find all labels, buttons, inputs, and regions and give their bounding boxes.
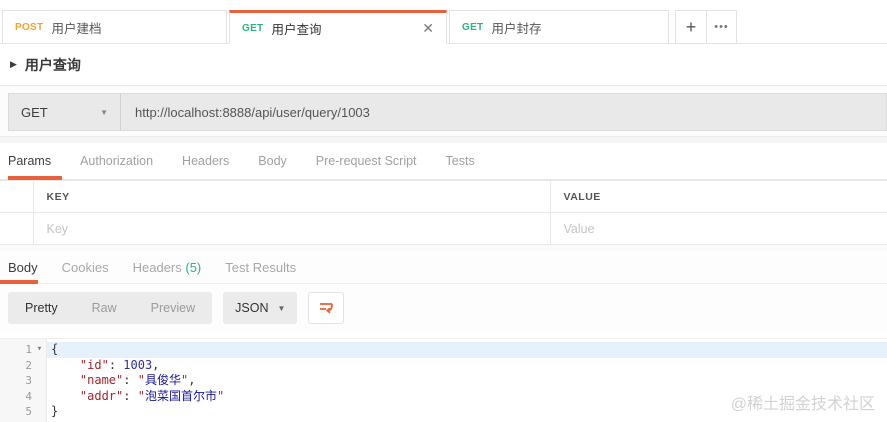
format-value: JSON: [235, 301, 269, 315]
tab-tests[interactable]: Tests: [446, 154, 475, 168]
params-input-row: [0, 212, 887, 245]
tab-actions: + •••: [675, 10, 737, 44]
more-icon: •••: [714, 21, 729, 33]
section-divider: [0, 136, 887, 143]
tab-authorization[interactable]: Authorization: [80, 154, 153, 168]
collapse-caret-icon[interactable]: ▶: [10, 59, 17, 70]
chevron-down-icon: ▼: [100, 107, 108, 117]
view-mode-raw[interactable]: Raw: [75, 292, 134, 324]
request-name: 用户查询: [24, 56, 81, 73]
value-column-header: VALUE: [549, 180, 887, 213]
response-tab-body[interactable]: Body: [8, 260, 38, 275]
response-tabs: Body Cookies Headers (5) Test Results: [0, 251, 887, 284]
line-number: 2: [25, 358, 32, 372]
method-badge-get: GET: [462, 21, 484, 33]
response-toolbar: Pretty Raw Preview JSON ▼: [0, 284, 887, 332]
param-value-input[interactable]: [550, 221, 887, 236]
key-column-header: KEY: [32, 180, 551, 213]
tab-title: 用户建档: [51, 21, 102, 36]
active-tab-underline: [8, 176, 62, 180]
code-line: 3 "name": "具俊华",: [0, 373, 887, 389]
method-select[interactable]: GET ▼: [9, 94, 121, 130]
tab-title: 用户查询: [271, 22, 322, 37]
headers-count-badge: (5): [185, 259, 202, 275]
row-select-cell: [0, 180, 34, 213]
line-number: 4: [25, 389, 32, 403]
view-mode-preview[interactable]: Preview: [134, 292, 212, 324]
close-icon[interactable]: ✕: [422, 20, 434, 37]
method-badge-get: GET: [242, 22, 264, 34]
tab-bar: POST 用户建档 GET 用户查询 ✕ GET 用户封存 + •••: [0, 0, 887, 44]
tab-pre-request-script[interactable]: Pre-request Script: [316, 154, 417, 168]
tab-headers[interactable]: Headers: [182, 154, 229, 168]
response-tab-cookies[interactable]: Cookies: [62, 260, 109, 275]
tab-options-button[interactable]: •••: [706, 11, 736, 43]
fold-icon[interactable]: ▾: [32, 342, 47, 358]
active-response-tab-underline: [0, 280, 38, 284]
view-mode-pretty[interactable]: Pretty: [8, 292, 75, 324]
params-table: KEY VALUE: [0, 180, 887, 245]
chevron-down-icon: ▼: [277, 303, 286, 313]
line-number: 3: [25, 374, 32, 388]
row-select-cell: [0, 212, 34, 245]
url-row: GET ▼: [0, 86, 887, 136]
request-tab-archive[interactable]: GET 用户封存: [449, 10, 669, 44]
method-value: GET: [21, 104, 48, 120]
wrap-text-icon: [320, 303, 334, 314]
tab-params[interactable]: Params: [8, 154, 51, 168]
url-bar: GET ▼: [8, 93, 887, 131]
watermark: @稀土掘金技术社区: [730, 396, 875, 413]
request-tabs: Params Authorization Headers Body Pre-re…: [0, 143, 887, 180]
tab-title: 用户封存: [491, 21, 542, 36]
params-header-row: KEY VALUE: [0, 180, 887, 213]
format-select[interactable]: JSON ▼: [223, 292, 298, 324]
view-mode-group: Pretty Raw Preview: [8, 292, 213, 324]
request-name-row: ▶ 用户查询: [0, 44, 887, 86]
response-tab-test-results[interactable]: Test Results: [225, 260, 296, 275]
code-line: 1 ▾ {: [0, 342, 887, 358]
response-tab-headers[interactable]: Headers (5): [133, 260, 202, 275]
line-number: 1: [25, 343, 32, 356]
request-tab-post[interactable]: POST 用户建档: [2, 10, 227, 44]
wrap-text-button[interactable]: [308, 292, 345, 324]
plus-icon: +: [685, 16, 697, 37]
url-input[interactable]: [121, 94, 886, 130]
new-tab-button[interactable]: +: [676, 11, 706, 43]
method-badge-post: POST: [15, 21, 44, 33]
request-tab-active[interactable]: GET 用户查询 ✕: [229, 10, 447, 44]
tab-body[interactable]: Body: [258, 154, 287, 168]
param-key-input[interactable]: [33, 221, 550, 236]
line-number: 5: [25, 405, 32, 419]
code-line: 2 "id": 1003,: [0, 358, 887, 374]
